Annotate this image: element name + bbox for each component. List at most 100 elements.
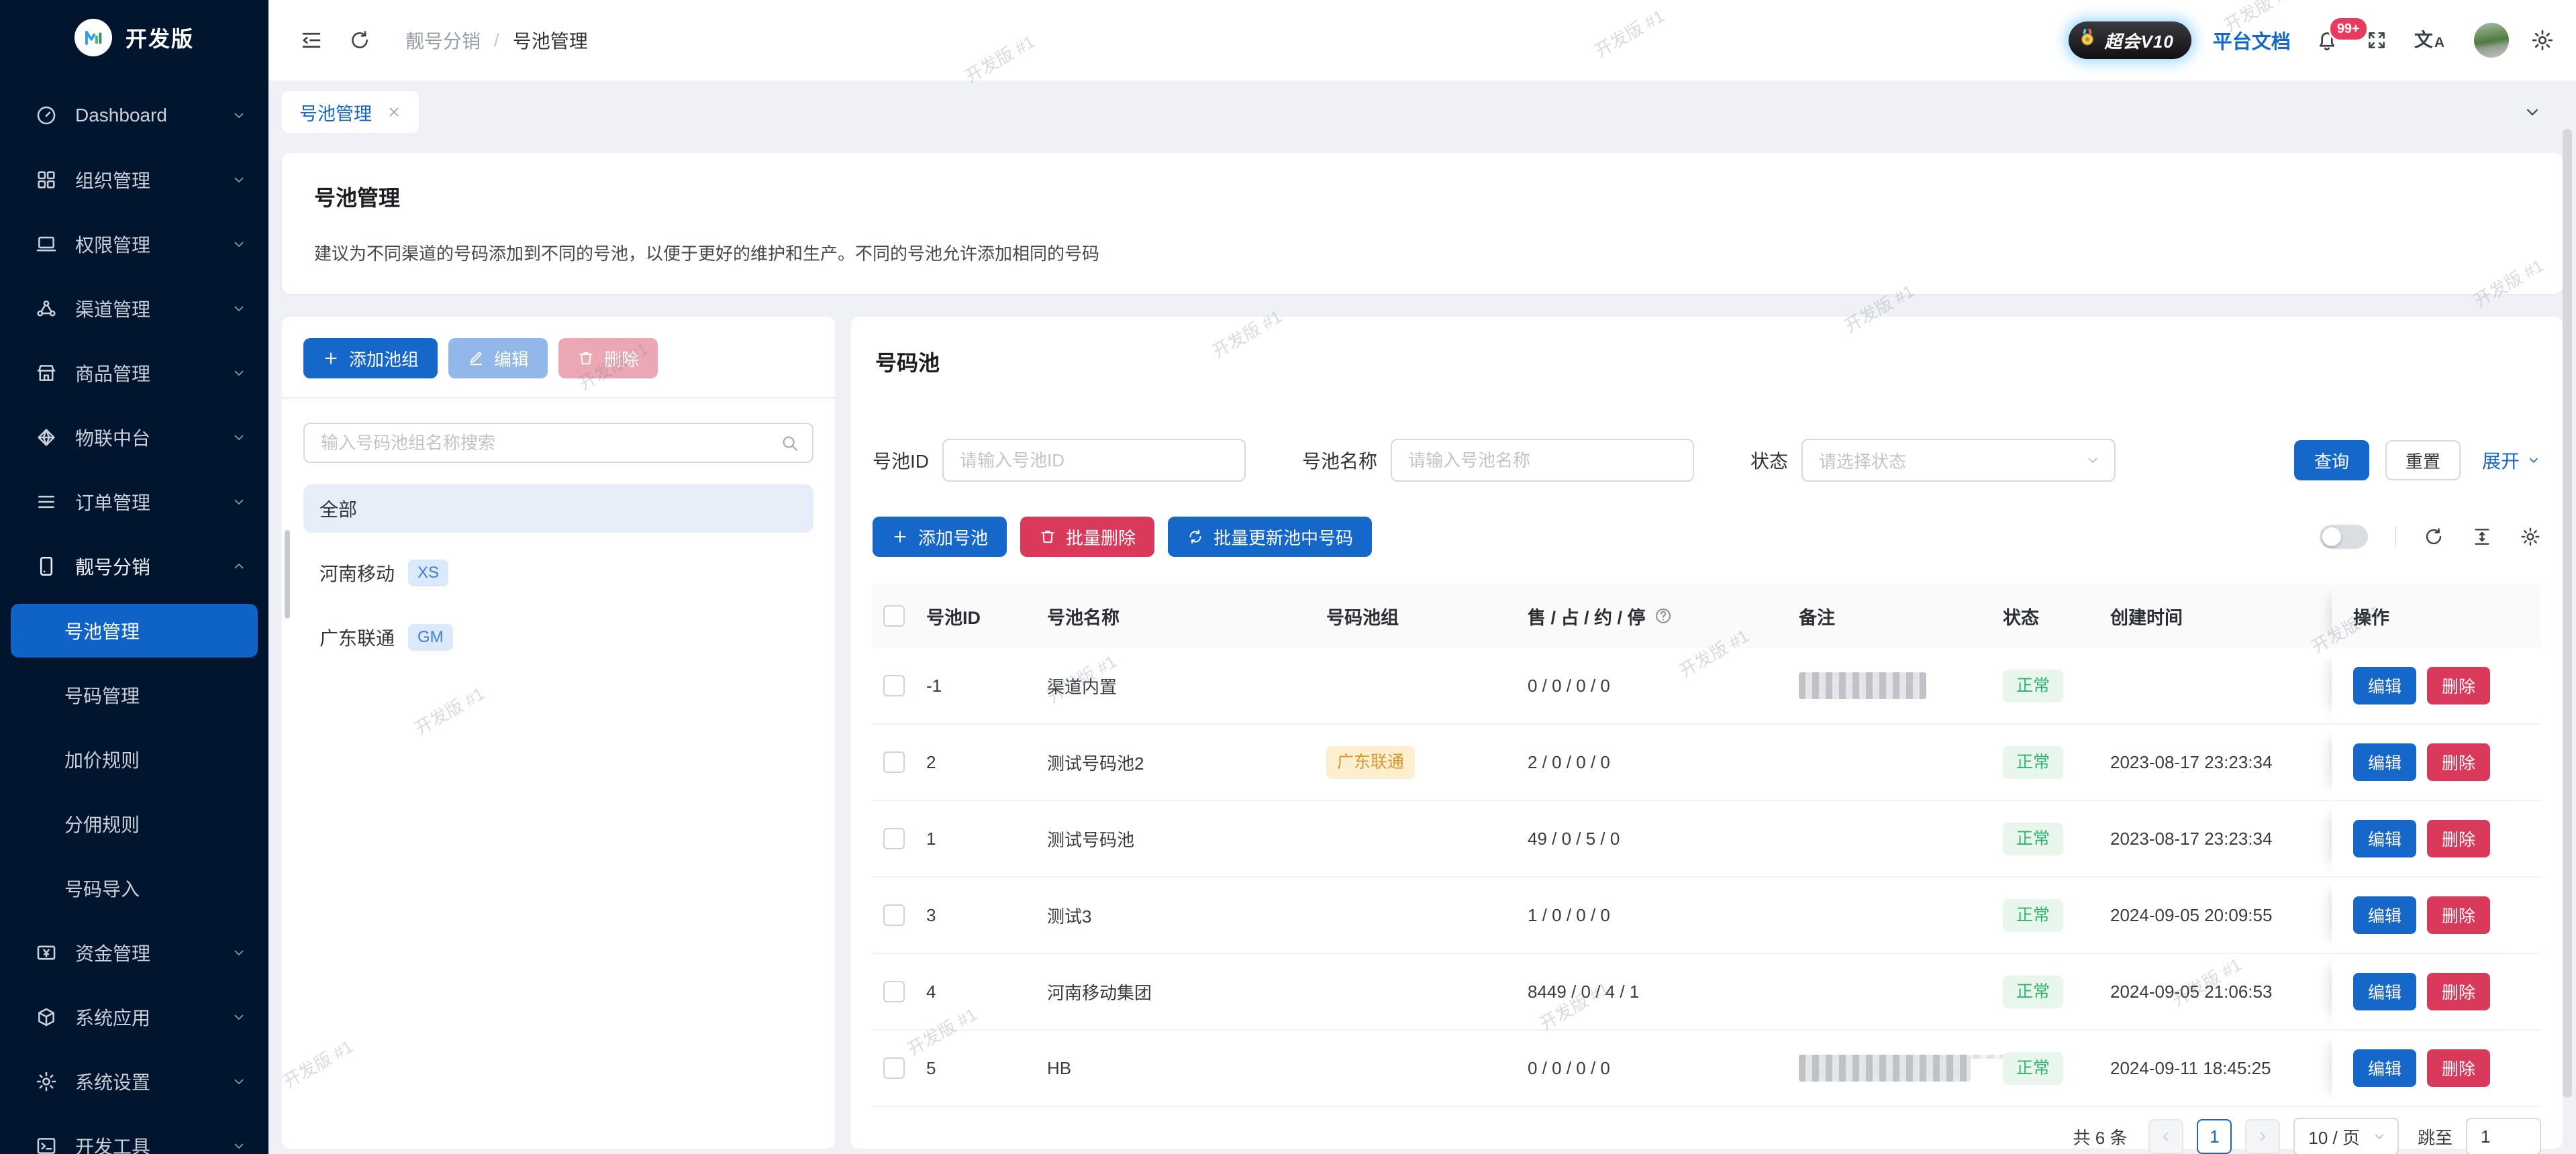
- delete-row-button[interactable]: 删除: [2427, 896, 2490, 934]
- language-switch-icon[interactable]: 文A: [2414, 31, 2444, 50]
- pool-group-panel: 添加池组 编辑 删除: [282, 317, 835, 1149]
- row-checkbox[interactable]: [883, 981, 905, 1002]
- collapse-sidebar-icon[interactable]: [295, 24, 328, 56]
- page-number-button[interactable]: 1: [2197, 1119, 2232, 1154]
- sidebar-item[interactable]: 资金管理: [0, 926, 268, 980]
- edit-row-button[interactable]: 编辑: [2353, 896, 2416, 934]
- row-checkbox[interactable]: [883, 1057, 905, 1079]
- sidebar-item[interactable]: 开发工具: [0, 1119, 268, 1154]
- cell-counts: 49 / 0 / 5 / 0: [1528, 829, 1799, 849]
- add-group-button[interactable]: 添加池组: [303, 338, 438, 378]
- cell-created-at: 2023-08-17 23:23:34: [2110, 752, 2332, 773]
- close-tab-icon[interactable]: [387, 105, 401, 119]
- sidebar-subitem[interactable]: 号码导入: [11, 861, 258, 915]
- delete-row-button[interactable]: 删除: [2427, 743, 2490, 781]
- chevron-right-icon: [2255, 1129, 2271, 1145]
- edit-row-button[interactable]: 编辑: [2353, 1049, 2416, 1087]
- edit-row-button[interactable]: 编辑: [2353, 973, 2416, 1010]
- sidebar-item[interactable]: 系统应用: [0, 990, 268, 1044]
- sidebar-subitem[interactable]: 加价规则: [11, 733, 258, 786]
- refresh-page-icon[interactable]: [344, 24, 376, 56]
- cell-remark: [1799, 1055, 2003, 1082]
- row-checkbox[interactable]: [883, 904, 905, 926]
- next-page-button[interactable]: [2245, 1119, 2280, 1154]
- jump-to-input[interactable]: [2466, 1118, 2541, 1154]
- column-header-actions: 操作: [2332, 584, 2541, 648]
- column-settings-icon[interactable]: [2520, 526, 2541, 547]
- edit-row-button[interactable]: 编辑: [2353, 820, 2416, 857]
- delete-row-button[interactable]: 删除: [2427, 973, 2490, 1010]
- cell-created-at: 2023-08-17 23:23:34: [2110, 829, 2332, 849]
- window-scrollbar[interactable]: [2563, 129, 2572, 1098]
- delete-row-button[interactable]: 删除: [2427, 820, 2490, 857]
- edit-group-button[interactable]: 编辑: [448, 338, 548, 378]
- logo-row[interactable]: 开发版: [0, 0, 268, 75]
- sidebar-item[interactable]: 靓号分销: [0, 539, 268, 593]
- sidebar-subitem-active[interactable]: 号池管理: [11, 604, 258, 658]
- cell-status: 正常: [2003, 1052, 2110, 1085]
- status-badge: 正常: [2003, 823, 2063, 855]
- dashboard-icon: [35, 104, 58, 127]
- edit-row-button[interactable]: 编辑: [2353, 743, 2416, 781]
- sync-icon: [1187, 528, 1204, 545]
- group-list-scrollbar[interactable]: [285, 530, 290, 619]
- reset-button[interactable]: 重置: [2385, 440, 2461, 480]
- group-item[interactable]: 广东联通GM: [303, 613, 813, 662]
- chevron-down-icon: [231, 172, 247, 188]
- add-pool-button[interactable]: 添加号池: [873, 517, 1007, 557]
- sidebar-item[interactable]: 物联中台: [0, 411, 268, 464]
- platform-docs-link[interactable]: 平台文档: [2213, 26, 2291, 54]
- row-checkbox[interactable]: [883, 828, 905, 849]
- batch-delete-button[interactable]: 批量删除: [1020, 517, 1154, 557]
- notifications-button[interactable]: 99+: [2315, 28, 2339, 52]
- density-toggle[interactable]: [2320, 525, 2368, 549]
- sidebar-item[interactable]: 订单管理: [0, 475, 268, 529]
- plus-icon: [891, 528, 909, 545]
- sidebar-item-label: 渠道管理: [75, 295, 213, 322]
- group-item[interactable]: 全部: [303, 484, 813, 533]
- group-search-input[interactable]: [303, 423, 813, 463]
- tab-pool-management[interactable]: 号池管理: [282, 91, 419, 133]
- delete-group-button[interactable]: 删除: [558, 338, 658, 378]
- sidebar-subitem[interactable]: 分佣规则: [11, 797, 258, 851]
- sidebar-item[interactable]: 商品管理: [0, 346, 268, 400]
- breadcrumb-root[interactable]: 靓号分销: [405, 27, 481, 54]
- expand-filters-link[interactable]: 展开: [2482, 447, 2541, 474]
- row-checkbox[interactable]: [883, 751, 905, 773]
- avatar[interactable]: [2474, 23, 2509, 58]
- sidebar-item[interactable]: 渠道管理: [0, 282, 268, 335]
- sidebar-item[interactable]: Dashboard: [0, 89, 268, 142]
- prev-page-button[interactable]: [2148, 1119, 2183, 1154]
- vip-level-label: 超会V10: [2105, 28, 2174, 53]
- sidebar-subitem-label: 号池管理: [64, 617, 140, 644]
- diamond-icon: [35, 426, 58, 449]
- column-header: 售 / 占 / 约 / 停: [1528, 603, 1799, 629]
- status-select[interactable]: 请选择状态: [1801, 439, 2116, 482]
- settings-gear-icon[interactable]: [2530, 28, 2555, 52]
- row-checkbox[interactable]: [883, 675, 905, 696]
- vip-badge[interactable]: 超会V10: [2069, 21, 2191, 59]
- row-height-icon[interactable]: [2471, 526, 2493, 547]
- edit-row-button[interactable]: 编辑: [2353, 667, 2416, 704]
- refresh-table-icon[interactable]: [2423, 526, 2444, 547]
- sidebar-item[interactable]: 系统设置: [0, 1055, 268, 1108]
- cell-pool-name: 测试3: [1047, 903, 1326, 928]
- delete-row-button[interactable]: 删除: [2427, 1049, 2490, 1087]
- delete-row-button[interactable]: 删除: [2427, 667, 2490, 704]
- pool-name-input[interactable]: [1391, 439, 1694, 482]
- cell-created-at: 2024-09-05 20:09:55: [2110, 905, 2332, 926]
- cell-pool-id: 1: [926, 829, 1047, 849]
- sidebar-item[interactable]: 权限管理: [0, 217, 268, 271]
- tab-options-chevron-icon[interactable]: [2522, 102, 2542, 122]
- column-header: 号池ID: [926, 603, 1047, 629]
- sidebar-menu: Dashboard 组织管理权限管理渠道管理商品管理物联中台订单管理靓号分销号池管…: [0, 75, 268, 1154]
- group-item[interactable]: 河南移动XS: [303, 549, 813, 597]
- page-size-select[interactable]: 10 / 页: [2293, 1118, 2399, 1154]
- select-all-checkbox[interactable]: [883, 605, 905, 627]
- chevron-down-icon: [231, 107, 247, 123]
- batch-update-button[interactable]: 批量更新池中号码: [1168, 517, 1372, 557]
- sidebar-subitem[interactable]: 号码管理: [11, 668, 258, 722]
- pool-id-input[interactable]: [942, 439, 1246, 482]
- sidebar-item[interactable]: 组织管理: [0, 153, 268, 207]
- search-button[interactable]: 查询: [2294, 440, 2369, 480]
